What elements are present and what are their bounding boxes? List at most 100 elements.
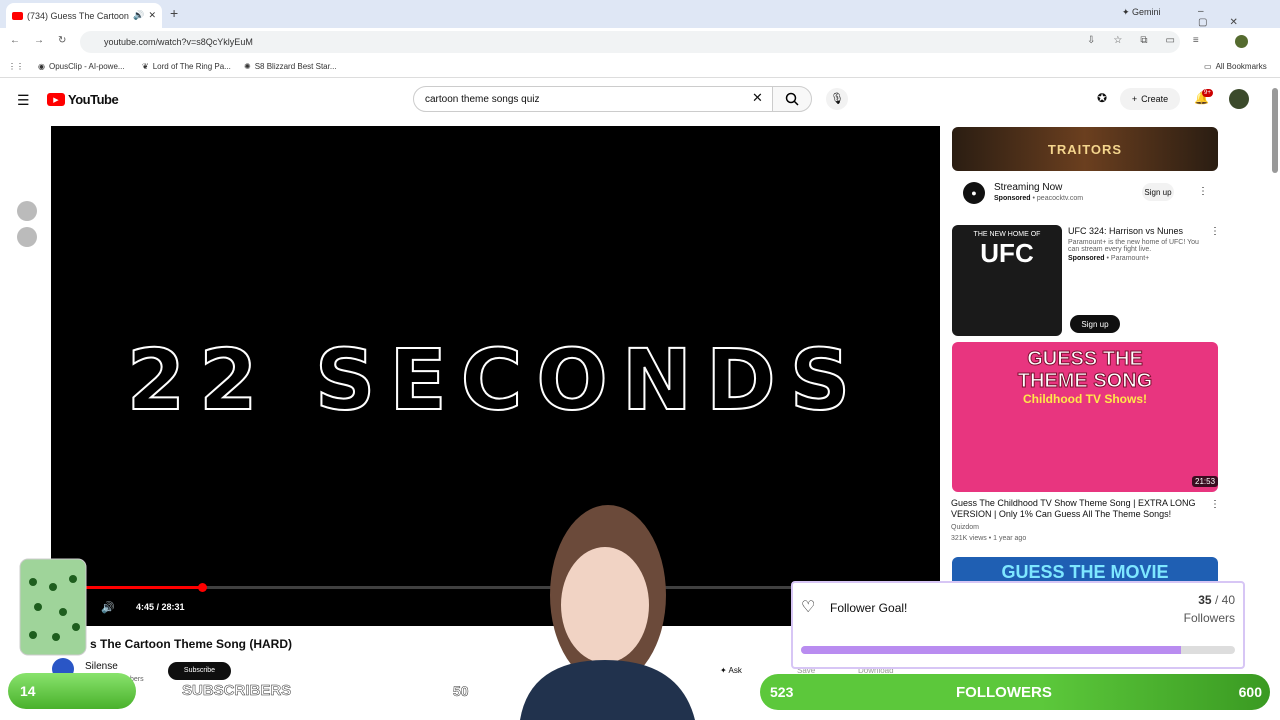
subs-target: 50	[453, 683, 469, 700]
address-bar[interactable]: youtube.com/watch?v=s8QcYklyEuM	[80, 31, 1180, 53]
related-video-title: Guess The Childhood TV Show Theme Song |…	[951, 498, 1196, 519]
ad-brand: Paramount+	[1110, 255, 1150, 262]
bookmark-item[interactable]: ✺ S8 Blizzard Best Star...	[244, 62, 337, 71]
bookmark-label: S8 Blizzard Best Star...	[254, 62, 337, 71]
thumb-caption: THE NEW HOME OF	[973, 231, 1041, 238]
menu-icon[interactable]: ☰	[17, 92, 30, 109]
volume-icon[interactable]: 🔊	[101, 601, 115, 614]
ad-signup-button[interactable]: Sign up	[1142, 183, 1174, 201]
subscribe-button[interactable]: Subscribe	[168, 662, 231, 680]
search-input[interactable]: cartoon theme songs quiz	[413, 86, 773, 112]
all-bookmarks[interactable]: ▭ All Bookmarks	[1204, 62, 1267, 71]
more-icon[interactable]: ⋮	[1198, 186, 1208, 197]
thumb-text: THEME SONG	[1017, 370, 1153, 393]
avatar[interactable]	[17, 201, 37, 221]
goal-progress-text: 35 / 40	[1198, 593, 1235, 607]
video-title: s The Cartoon Theme Song (HARD)	[90, 637, 293, 651]
youtube-play-icon: ▶	[47, 93, 65, 106]
bookmark-label: OpusClip - AI-powe...	[48, 62, 125, 71]
webcam-overlay	[490, 500, 725, 720]
progress-handle[interactable]	[198, 583, 208, 592]
ufc-ad-thumbnail[interactable]: THE NEW HOME OF UFC	[952, 225, 1062, 336]
apps-icon[interactable]: ⋮⋮	[8, 62, 24, 71]
goal-progress-fill	[801, 646, 1181, 654]
tab-close-icon[interactable]: ✕	[148, 10, 156, 21]
follower-goal-widget: ♡ Follower Goal! 35 / 40 Followers	[791, 581, 1245, 669]
gemini-button[interactable]: ✦ Gemini	[1122, 7, 1161, 18]
related-video-meta: 321K views • 1 year ago	[951, 535, 1027, 542]
avatar[interactable]	[17, 227, 37, 247]
youtube-logo[interactable]: ▶ YouTube	[47, 92, 119, 107]
peacock-logo: ●	[963, 182, 985, 204]
gemini-label: Gemini	[1132, 7, 1161, 17]
bookmark-label: Lord of The Ring Pa...	[152, 62, 231, 71]
thumb-text: Childhood TV Shows!	[1023, 392, 1147, 406]
ad-signup-button[interactable]: Sign up	[1070, 315, 1120, 333]
followers-target: 600	[1238, 684, 1262, 700]
followers-label: FOLLOWERS	[956, 684, 1052, 701]
goal-progress-bar	[801, 646, 1235, 654]
search-value: cartoon theme songs quiz	[425, 93, 540, 105]
ufc-ad-info[interactable]: UFC 324: Harrison vs Nunes Paramount+ is…	[1068, 226, 1208, 262]
goal-title: Follower Goal!	[830, 601, 908, 615]
related-video-info[interactable]: Guess The Childhood TV Show Theme Song |…	[951, 498, 1201, 542]
search-icon	[785, 92, 799, 106]
ad-domain: peacocktv.com	[1036, 195, 1084, 202]
search-button[interactable]	[772, 86, 812, 112]
heart-icon: ♡	[801, 599, 816, 616]
ad-title: UFC 324: Harrison vs Nunes	[1068, 226, 1184, 236]
ask-label: Ask	[728, 666, 742, 675]
followers-pill: 523 FOLLOWERS 600	[760, 674, 1270, 710]
plus-icon: +	[1131, 94, 1138, 104]
channel-name[interactable]: Silense	[85, 661, 118, 672]
all-bookmarks-label: All Bookmarks	[1215, 62, 1267, 71]
browser-tab-bar	[0, 0, 1280, 28]
followers-current: 523	[770, 684, 794, 700]
sponsored-label: Sponsored	[1068, 255, 1105, 262]
youtube-wordmark: YouTube	[68, 92, 119, 107]
thumb-logo: UFC	[980, 238, 1034, 268]
thumb-text: GUESS THE	[1027, 348, 1144, 371]
ad-banner[interactable]: TRAITORS	[952, 127, 1218, 171]
time-display: 4:45 / 28:31	[136, 602, 185, 612]
microphone-icon[interactable]: 🎙	[826, 88, 848, 110]
ad-description: Paramount+ is the new home of UFC! You c…	[1068, 239, 1199, 253]
account-avatar[interactable]	[1229, 89, 1249, 109]
scrollbar[interactable]	[1272, 88, 1278, 173]
more-icon[interactable]: ⋮	[1210, 226, 1220, 237]
toolbar-icons[interactable]: ⇩☆⧉▭≡	[1087, 35, 1217, 46]
youtube-favicon-icon	[12, 11, 23, 20]
ad-title: Streaming Now	[994, 182, 1063, 193]
clear-search-icon[interactable]: ✕	[752, 90, 763, 106]
new-tab-icon[interactable]: +	[170, 5, 178, 21]
video-overlay-text: 22 SECONDS	[126, 330, 865, 430]
goal-target: 40	[1221, 593, 1235, 607]
goal-current: 35	[1198, 593, 1212, 607]
window-controls[interactable]: –▢✕	[1198, 6, 1280, 28]
create-button[interactable]: + Create	[1120, 88, 1180, 110]
goal-unit: Followers	[1183, 611, 1235, 625]
tab-title: (734) Guess The Cartoon Th	[27, 10, 129, 21]
duration-badge: 21:53	[1192, 476, 1218, 487]
url-text: youtube.com/watch?v=s8QcYklyEuM	[104, 37, 253, 47]
notification-badge: 9+	[1202, 89, 1213, 97]
goal-separator: /	[1214, 593, 1219, 607]
nav-buttons[interactable]: ←→↻	[10, 35, 80, 46]
subs-current: 14	[20, 683, 36, 699]
profile-avatar[interactable]	[1235, 35, 1248, 48]
bookmarks-bar: ⋮⋮ ◉ OpusClip - AI-powe... ❦ Lord of The…	[0, 56, 1280, 78]
ad-info[interactable]: Streaming Now Sponsored • peacocktv.com	[994, 182, 1083, 202]
related-video-channel: Quizdom	[951, 524, 980, 531]
video-thumbnail[interactable]: GUESS THE THEME SONG Childhood TV Shows!…	[952, 342, 1218, 492]
more-icon[interactable]: ⋮	[1210, 499, 1220, 510]
bookmark-item[interactable]: ◉ OpusClip - AI-powe...	[38, 62, 125, 71]
speaker-icon: 🔊	[133, 10, 145, 20]
browser-tab[interactable]: (734) Guess The Cartoon Th 🔊 ✕	[6, 3, 162, 28]
subscribers-label: SUBSCRIBERS	[182, 682, 292, 700]
bookmark-item[interactable]: ❦ Lord of The Ring Pa...	[142, 62, 231, 71]
sketch-sticker	[18, 557, 88, 657]
sponsored-label: Sponsored	[994, 195, 1031, 202]
create-label: Create	[1141, 94, 1169, 104]
subscriber-pill: 14	[8, 673, 136, 709]
cast-icon[interactable]: ✪	[1097, 91, 1107, 105]
